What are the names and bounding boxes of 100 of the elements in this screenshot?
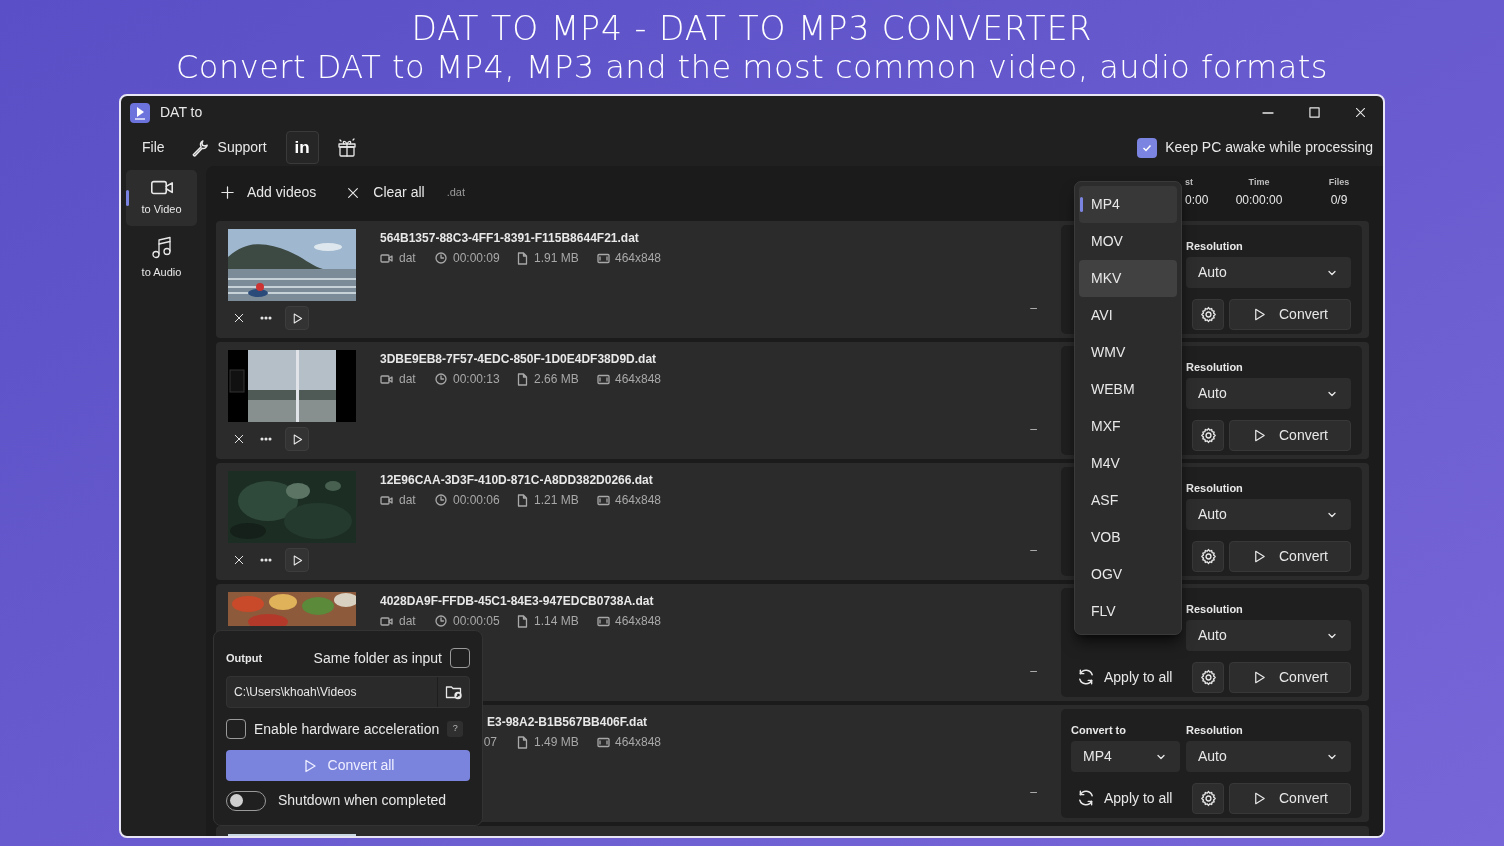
frame-size-icon — [597, 252, 610, 264]
resolution-dropdown[interactable]: Auto — [1186, 741, 1351, 773]
close-icon — [1353, 106, 1367, 119]
sidebar-item[interactable]: to Video — [126, 170, 197, 226]
window-title: DAT to — [160, 103, 203, 122]
convert-button[interactable]: Convert — [1229, 419, 1351, 451]
stat-value: 00:00:00 — [1235, 192, 1283, 210]
convert-button[interactable]: Convert — [1229, 661, 1351, 693]
format-option[interactable]: MP4 — [1079, 186, 1177, 223]
hardware-acceleration-label: Enable hardware acceleration — [254, 719, 440, 739]
file-resolution: 464x848 — [615, 614, 662, 628]
clock-icon — [435, 252, 447, 264]
hardware-acceleration-checkbox[interactable] — [226, 719, 246, 739]
format-option[interactable]: MKV — [1079, 260, 1177, 297]
stat-label: Time — [1248, 175, 1270, 189]
file-duration: 00:00:06 — [453, 493, 500, 507]
format-option[interactable]: ASF — [1079, 482, 1177, 519]
sidebar-item[interactable]: to Audio — [126, 230, 197, 286]
convert-button[interactable]: Convert — [1229, 298, 1351, 330]
support-menu[interactable]: Support — [190, 132, 267, 163]
resolution-label: Resolution — [1186, 361, 1243, 373]
format-option[interactable]: VOB — [1079, 519, 1177, 556]
refresh-icon — [1077, 668, 1095, 687]
format-option[interactable]: AVI — [1079, 297, 1177, 334]
more-icon — [260, 316, 272, 320]
file-size: 1.14 MB — [534, 614, 579, 628]
settings-button[interactable] — [1192, 419, 1224, 451]
progress-status: – — [1030, 421, 1037, 438]
help-button[interactable]: ? — [447, 721, 464, 737]
clock-icon — [435, 615, 447, 627]
file-name: 564B1357-88C3-4FF1-8391-F115B8644F21.dat — [380, 230, 640, 246]
convert-button[interactable]: Convert — [1229, 540, 1351, 572]
wrench-icon — [190, 138, 209, 157]
file-name: 4028DA9F-FFDB-45C1-84E3-947EDCB0738A.dat — [380, 593, 655, 609]
video-camera-icon — [380, 615, 393, 627]
settings-icon — [1199, 305, 1217, 323]
frame-size-icon — [597, 615, 610, 627]
close-icon — [233, 554, 245, 566]
play-icon — [1252, 306, 1267, 322]
settings-button[interactable] — [1192, 298, 1224, 330]
stat-value: 0/9 — [1330, 192, 1348, 210]
format-option[interactable]: WMV — [1079, 334, 1177, 371]
clear-all-button[interactable]: Clear all — [346, 177, 425, 208]
frame-size-icon — [597, 373, 610, 385]
preview-button[interactable] — [285, 548, 309, 572]
file-menu[interactable]: File — [132, 132, 175, 163]
preview-button[interactable] — [285, 306, 309, 330]
same-folder-checkbox[interactable] — [450, 648, 470, 668]
frame-size-icon — [597, 494, 610, 506]
add-videos-button[interactable]: Add videos — [218, 177, 319, 208]
settings-button[interactable] — [1192, 540, 1224, 572]
more-icon — [260, 558, 272, 562]
stat-label: st — [1185, 175, 1193, 189]
file-resolution: 464x848 — [615, 493, 662, 507]
video-camera-icon — [380, 494, 393, 506]
file-icon — [517, 251, 528, 265]
file-name: 12E96CAA-3D3F-410D-871C-A8DD382D0266.dat — [380, 472, 654, 488]
linkedin-button[interactable]: in — [285, 131, 319, 164]
resolution-dropdown[interactable]: Auto — [1186, 378, 1351, 410]
settings-icon — [1199, 668, 1217, 686]
settings-button[interactable] — [1192, 661, 1224, 693]
format-option[interactable]: M4V — [1079, 445, 1177, 482]
format-option[interactable]: WEBM — [1079, 371, 1177, 408]
maximize-icon — [1308, 107, 1320, 118]
resolution-dropdown[interactable]: Auto — [1186, 257, 1351, 289]
apply-to-all-button[interactable]: Apply to all — [1071, 782, 1173, 814]
file-duration: 00:00:05 — [453, 614, 500, 628]
selection-indicator — [126, 190, 129, 206]
resolution-label: Resolution — [1186, 482, 1243, 494]
file-type: dat — [399, 372, 416, 386]
file-duration: 00:00:13 — [453, 372, 500, 386]
clock-icon — [435, 373, 447, 385]
music-note-icon — [150, 235, 173, 260]
settings-button[interactable] — [1192, 782, 1224, 814]
preview-button[interactable] — [285, 427, 309, 451]
close-icon — [233, 433, 245, 445]
keep-awake-checkbox[interactable] — [1137, 137, 1158, 158]
convert-button[interactable]: Convert — [1229, 782, 1351, 814]
apply-to-all-button[interactable]: Apply to all — [1071, 661, 1173, 693]
stat-label: Files — [1328, 175, 1350, 189]
file-type: dat — [399, 614, 416, 628]
file-size: 1.49 MB — [534, 735, 579, 749]
progress-status: – — [1030, 663, 1037, 680]
page-subtitle: Convert DAT to MP4, MP3 and the most common video, audio formats — [175, 48, 1329, 86]
format-option[interactable]: FLV — [1079, 593, 1177, 630]
close-icon — [233, 312, 245, 324]
resolution-dropdown[interactable]: Auto — [1186, 499, 1351, 531]
file-size: 1.91 MB — [534, 251, 579, 265]
frame-size-icon — [597, 736, 610, 748]
settings-icon — [1199, 789, 1217, 807]
file-duration: 07 — [483, 735, 497, 749]
resolution-dropdown[interactable]: Auto — [1186, 620, 1351, 652]
resolution-label: Resolution — [1186, 724, 1243, 736]
format-option[interactable]: MOV — [1079, 223, 1177, 260]
file-type: dat — [399, 251, 416, 265]
format-dropdown[interactable]: MP4 — [1071, 741, 1180, 773]
file-icon — [517, 372, 528, 386]
format-option[interactable]: OGV — [1079, 556, 1177, 593]
format-option[interactable]: MXF — [1079, 408, 1177, 445]
progress-status: – — [1030, 542, 1037, 559]
